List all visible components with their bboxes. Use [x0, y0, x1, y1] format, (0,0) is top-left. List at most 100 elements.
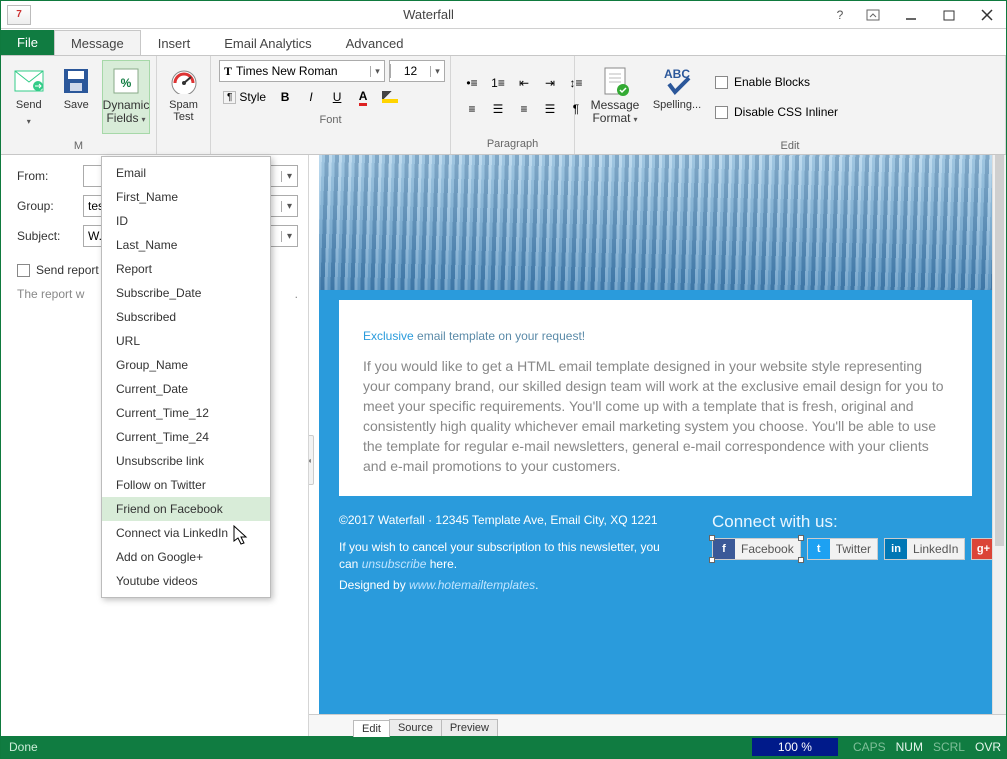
vertical-scrollbar[interactable] [992, 155, 1006, 714]
dynamic-field-item[interactable]: Report [102, 257, 270, 281]
workspace: From: ▾ Group: ▾ Subject: ▾ Send report … [1, 155, 1006, 736]
caps-indicator: CAPS [848, 740, 891, 754]
ribbon-toggle-button[interactable] [854, 1, 892, 28]
email-template: Exclusive email template on your request… [319, 155, 992, 714]
dynamic-field-item[interactable]: Add on Google+ [102, 545, 270, 569]
dynamic-field-item[interactable]: Connect via LinkedIn [102, 521, 270, 545]
close-button[interactable] [968, 1, 1006, 28]
align-left-icon: ≡ [468, 102, 475, 116]
message-format-button[interactable]: Message Format [585, 60, 645, 134]
align-left-button[interactable]: ≡ [461, 98, 483, 120]
align-center-icon: ☰ [493, 102, 504, 116]
tab-advanced[interactable]: Advanced [329, 30, 421, 55]
facebook-button[interactable]: fFacebook [712, 538, 801, 560]
spelling-button[interactable]: ABC Spelling... [649, 60, 705, 134]
align-center-button[interactable]: ☰ [487, 98, 509, 120]
chevron-down-icon[interactable]: ▾ [281, 201, 297, 212]
outdent-button[interactable]: ⇤ [513, 72, 535, 94]
maximize-button[interactable] [930, 1, 968, 28]
bullets-button[interactable]: •≡ [461, 72, 483, 94]
font-size-select[interactable]: 12▾ [389, 60, 445, 82]
zoom-indicator[interactable]: 100 % [752, 738, 838, 756]
enable-blocks-checkbox[interactable]: Enable Blocks [715, 71, 838, 93]
source-tab[interactable]: Source [389, 719, 442, 736]
editor-canvas[interactable]: ◂ Exclusive email template on your reque… [309, 155, 1006, 714]
dynamic-field-item[interactable]: Current_Time_24 [102, 425, 270, 449]
indent-button[interactable]: ⇥ [539, 72, 561, 94]
numbering-button[interactable]: 1≡ [487, 72, 509, 94]
tab-email-analytics[interactable]: Email Analytics [207, 30, 328, 55]
twitter-button[interactable]: tTwitter [807, 538, 878, 560]
dynamic-field-item[interactable]: Friend on Facebook [102, 497, 270, 521]
italic-icon: I [309, 90, 312, 104]
dynamic-field-item[interactable]: Last_Name [102, 233, 270, 257]
status-text: Done [1, 740, 752, 754]
chevron-down-icon[interactable]: ▾ [281, 171, 297, 182]
edit-tab[interactable]: Edit [353, 720, 390, 737]
dynamic-field-item[interactable]: Subscribe_Date [102, 281, 270, 305]
font-color-button[interactable]: A [352, 86, 374, 108]
justify-button[interactable]: ☰ [539, 98, 561, 120]
footer-unsubscribe-line: If you wish to cancel your subscription … [339, 539, 682, 573]
spellcheck-icon: ABC [661, 65, 693, 97]
linkedin-icon: in [885, 539, 907, 559]
spam-test-button[interactable]: Spam Test [163, 60, 204, 134]
group-label: Group: [17, 199, 77, 213]
send-button[interactable]: Send [7, 60, 51, 134]
selection-handle[interactable] [798, 557, 804, 563]
unsubscribe-link[interactable]: unsubscribe [362, 557, 427, 571]
template-heading: Exclusive email template on your request… [363, 320, 948, 346]
save-icon [60, 65, 92, 97]
app-window: 7 Waterfall ? File Message Insert Email … [0, 0, 1007, 759]
dynamic-field-item[interactable]: Subscribed [102, 305, 270, 329]
window-title: Waterfall [31, 7, 826, 22]
disable-css-inliner-checkbox[interactable]: Disable CSS Inliner [715, 101, 838, 123]
file-tab[interactable]: File [1, 30, 54, 55]
splitter-handle[interactable]: ◂ [309, 435, 314, 485]
numbering-icon: 1≡ [491, 76, 505, 90]
dynamic-field-item[interactable]: Current_Time_12 [102, 401, 270, 425]
dynamic-field-item[interactable]: Follow on Twitter [102, 473, 270, 497]
dynamic-field-item[interactable]: Unsubscribe link [102, 449, 270, 473]
font-color-icon: A [359, 89, 368, 106]
chevron-down-icon[interactable]: ▾ [281, 231, 297, 242]
app-icon: 7 [7, 5, 31, 25]
group-label-font: Font [211, 112, 450, 130]
italic-button[interactable]: I [300, 86, 322, 108]
dynamic-field-item[interactable]: URL [102, 329, 270, 353]
selection-handle[interactable] [709, 557, 715, 563]
highlight-button[interactable] [378, 86, 402, 108]
ribbon: Send Save % Dynamic Fields M Spam Test [1, 55, 1006, 155]
preview-tab[interactable]: Preview [441, 719, 498, 736]
dynamic-fields-button[interactable]: % Dynamic Fields [102, 60, 150, 134]
underline-icon: U [333, 90, 342, 104]
font-family-select[interactable]: TTimes New Roman▾ [219, 60, 385, 82]
selection-handle[interactable] [798, 535, 804, 541]
dynamic-field-item[interactable]: ID [102, 209, 270, 233]
dynamic-field-item[interactable]: Youtube videos [102, 569, 270, 593]
linkedin-button[interactable]: inLinkedIn [884, 538, 965, 560]
design-link[interactable]: www.hotemailtemplates [409, 578, 535, 592]
save-button[interactable]: Save [55, 60, 99, 134]
underline-button[interactable]: U [326, 86, 348, 108]
style-button[interactable]: ¶Style [219, 86, 270, 108]
dynamic-field-item[interactable]: Current_Date [102, 377, 270, 401]
scrollbar-thumb[interactable] [995, 155, 1004, 546]
statusbar: Done 100 % CAPS NUM SCRL OVR [1, 736, 1006, 758]
dynamic-fields-dropdown[interactable]: EmailFirst_NameIDLast_NameReportSubscrib… [101, 156, 271, 598]
tab-insert[interactable]: Insert [141, 30, 208, 55]
align-right-button[interactable]: ≡ [513, 98, 535, 120]
minimize-button[interactable] [892, 1, 930, 28]
dynamic-field-item[interactable]: First_Name [102, 185, 270, 209]
ovr-indicator: OVR [970, 740, 1006, 754]
help-button[interactable]: ? [826, 1, 854, 28]
bold-button[interactable]: B [274, 86, 296, 108]
group-label-edit: Edit [575, 138, 1005, 156]
selection-handle[interactable] [709, 535, 715, 541]
dynamic-field-item[interactable]: Group_Name [102, 353, 270, 377]
dynamic-field-item[interactable]: Email [102, 161, 270, 185]
facebook-icon: f [713, 539, 735, 559]
twitter-icon: t [808, 539, 830, 559]
tab-message[interactable]: Message [54, 30, 141, 55]
content-block: Exclusive email template on your request… [339, 300, 972, 496]
